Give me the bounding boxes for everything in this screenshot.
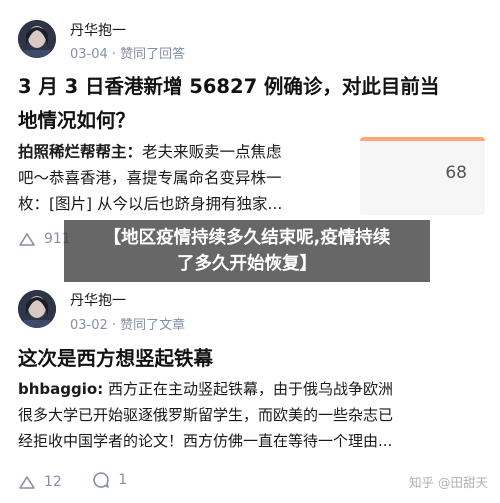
avatar[interactable] (18, 290, 56, 328)
excerpt-text: 吧～恭喜香港，喜提专属命名变异株一 (18, 169, 282, 187)
excerpt-text: 很多大学已开始驱逐俄罗斯留学生，而欧美的一些杂志已 (18, 406, 394, 424)
upvote-icon (19, 233, 35, 246)
overlay-caption: 【地区疫情持续多久结束呢,疫情持续 了多久开始恢复】 (64, 220, 430, 282)
avatar-image-icon (18, 20, 56, 58)
post-excerpt[interactable]: bhbaggio: 西方正在主动竖起铁幕，由于俄乌战争欧洲 很多大学已开始驱逐俄… (18, 376, 488, 454)
watermark: 知乎 @田甜天 (409, 475, 488, 490)
excerpt-text: 经拒收中国学者的论文！西方仿佛一直在等待一个理由... (18, 432, 393, 450)
comment-button[interactable]: 1 (92, 471, 127, 489)
overlay-line: 了多久开始恢复】 (177, 254, 317, 274)
action-bar: 12 1 (18, 471, 153, 493)
upvote-count: 12 (44, 474, 62, 490)
upvote-icon (19, 476, 35, 489)
avatar[interactable] (18, 20, 56, 58)
upvote-button[interactable]: 911 (18, 231, 71, 247)
post-excerpt[interactable]: 拍照稀烂帮帮主：老夫来贩卖一点焦虑 吧～恭喜香港，喜提专属命名变异株一 枚：[图… (18, 139, 353, 217)
avatar-image-icon (18, 290, 56, 328)
post-meta: 03-02 · 赞同了文章 (70, 318, 186, 333)
upvote-button[interactable]: 12 (18, 474, 62, 490)
post-title[interactable]: 3 月 3 日香港新增 56827 例确诊，对此目前当 地情况如何？ (18, 70, 483, 138)
title-line: 3 月 3 日香港新增 56827 例确诊，对此目前当 (18, 75, 440, 98)
title-line: 地情况如何？ (18, 109, 136, 132)
excerpt-author: 拍照稀烂帮帮主： (18, 143, 143, 161)
feed-card-2: 丹华抱一 03-02 · 赞同了文章 这次是西方想竖起铁幕 bhbaggio: … (0, 262, 500, 503)
excerpt-text: 西方正在主动竖起铁幕，由于俄乌战争欧洲 (103, 380, 393, 398)
excerpt-text: 枚：[图片] 从今以后也跻身拥有独家... (18, 195, 283, 213)
excerpt-author: bhbaggio: (18, 380, 104, 398)
username[interactable]: 丹华抱一 (70, 290, 126, 310)
post-meta: 03-04 · 赞同了回答 (70, 47, 186, 62)
comment-icon (93, 472, 110, 488)
vote-thumbnail[interactable]: 68 (360, 137, 485, 215)
overlay-line: 【地区疫情持续多久结束呢,疫情持续 (103, 228, 391, 248)
post-title[interactable]: 这次是西方想竖起铁幕 (18, 342, 483, 376)
vote-accent-bar (360, 137, 485, 141)
username[interactable]: 丹华抱一 (70, 20, 126, 40)
comment-count: 1 (118, 472, 128, 488)
vote-count: 68 (445, 163, 467, 183)
excerpt-text: 老夫来贩卖一点焦虑 (142, 143, 282, 161)
